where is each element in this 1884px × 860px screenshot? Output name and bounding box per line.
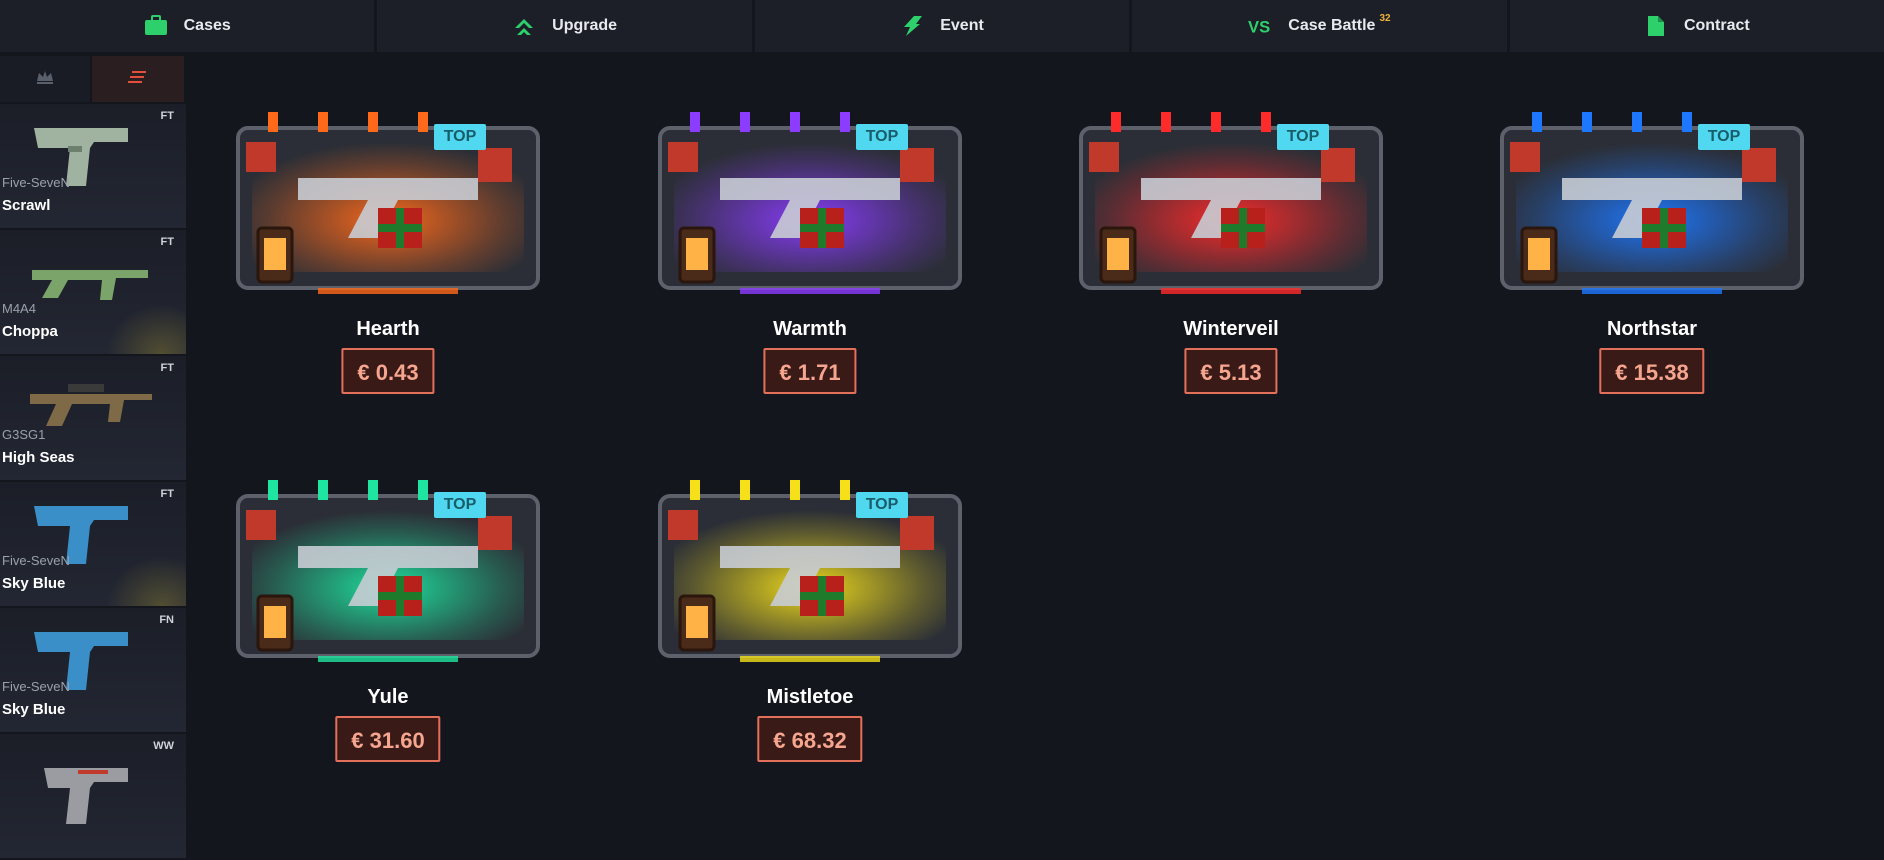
drop-item[interactable]: FT M4A4 Choppa [0,230,186,354]
skin-name: Sky Blue [2,575,66,592]
condition-label: WW [153,740,174,752]
case-image[interactable] [650,88,970,308]
weapon-name: G3SG1 [2,427,46,442]
condition-label: FN [159,614,174,626]
crown-icon [35,69,55,90]
nav-upgrade-button[interactable]: Upgrade [377,0,755,52]
condition-label: FT [160,488,174,500]
weapon-name: Five-SeveN [2,553,70,568]
drop-list: FT Five-SeveN Scrawl FT M4A4 Choppa FT G… [0,104,188,860]
drop-item[interactable]: FN Five-SeveN Sky Blue [0,608,186,732]
nav-cases-button[interactable]: Cases [0,0,378,52]
briefcase-icon [144,14,168,38]
vs-icon: VS [1248,14,1272,38]
case-card[interactable]: TOP Yule € 31.60 [188,420,548,762]
live-drops-sidebar: FT Five-SeveN Scrawl FT M4A4 Choppa FT G… [0,52,188,858]
condition-label: FT [160,362,174,374]
case-card[interactable]: TOP Warmth € 1.71 [610,52,970,394]
document-icon [1644,14,1668,38]
top-badge: TOP [856,492,908,518]
top-badge: TOP [434,124,486,150]
stack-lines-icon [128,70,148,89]
top-navigation: Cases Upgrade Event VS Case Battle 32 Co… [0,0,1884,52]
top-badge: TOP [434,492,486,518]
case-price-button[interactable]: € 15.38 [1599,348,1705,394]
case-image[interactable] [228,456,548,676]
grass-decoration [106,556,186,606]
top-badge: TOP [1277,124,1329,150]
svg-text:VS: VS [1248,17,1270,36]
case-card[interactable]: TOP Hearth € 0.43 [188,52,548,394]
case-name: Hearth [356,318,420,340]
case-name: Winterveil [1183,318,1279,340]
case-image[interactable] [650,456,970,676]
drop-item[interactable]: FT Five-SeveN Sky Blue [0,482,186,606]
sniper-rifle-icon [30,384,152,426]
top-badge: TOP [856,124,908,150]
skin-name: High Seas [2,449,75,466]
nav-case-battle-button[interactable]: VS Case Battle 32 [1132,0,1510,52]
nav-label: Upgrade [552,17,618,34]
condition-label: FT [160,110,174,122]
nav-contract-button[interactable]: Contract [1509,0,1884,52]
tab-top-drops[interactable] [0,56,90,102]
case-card[interactable]: TOP Mistletoe € 68.32 [610,420,970,762]
nav-label: Contract [1683,17,1750,34]
weapon-name: Five-SeveN [2,175,70,190]
case-price-button[interactable]: € 31.60 [335,716,441,762]
case-image[interactable] [228,88,548,308]
cases-grid: TOP Hearth € 0.43 TOP Warmth € 1.71 TOP Winterv… [188,52,1884,792]
tab-all-drops[interactable] [92,56,184,102]
battle-count-badge: 32 [1379,12,1391,24]
weapon-name: Five-SeveN [2,679,70,694]
case-image[interactable] [1071,88,1391,308]
weapon-name: M4A4 [2,301,36,316]
pistol-icon [44,768,128,824]
skin-name: Scrawl [2,197,51,214]
nav-label: Cases [183,17,231,34]
case-card[interactable]: TOP Northstar € 15.38 [1452,52,1812,394]
case-price-button[interactable]: € 1.71 [763,348,857,394]
case-price-button[interactable]: € 5.13 [1184,348,1278,394]
lightning-icon [900,14,924,38]
condition-label: FT [160,236,174,248]
nav-label: Case Battle [1288,17,1376,34]
case-card[interactable]: TOP Winterveil € 5.13 [1031,52,1391,394]
drop-item[interactable]: FT Five-SeveN Scrawl [0,104,186,228]
case-name: Yule [367,686,409,708]
case-name: Mistletoe [766,686,854,708]
skin-name: Sky Blue [2,701,66,718]
case-price-button[interactable]: € 0.43 [341,348,435,394]
case-name: Warmth [773,318,847,340]
drop-item[interactable]: WW [0,734,186,858]
case-price-button[interactable]: € 68.32 [757,716,863,762]
nav-label: Event [940,17,984,34]
drop-item[interactable]: FT G3SG1 High Seas [0,356,186,480]
skin-name: Choppa [2,323,58,340]
upgrade-arrows-icon [512,14,536,38]
case-image[interactable] [1492,88,1812,308]
top-badge: TOP [1698,124,1750,150]
nav-event-button[interactable]: Event [754,0,1133,52]
sidebar-tabs [0,52,188,104]
case-name: Northstar [1606,318,1697,340]
